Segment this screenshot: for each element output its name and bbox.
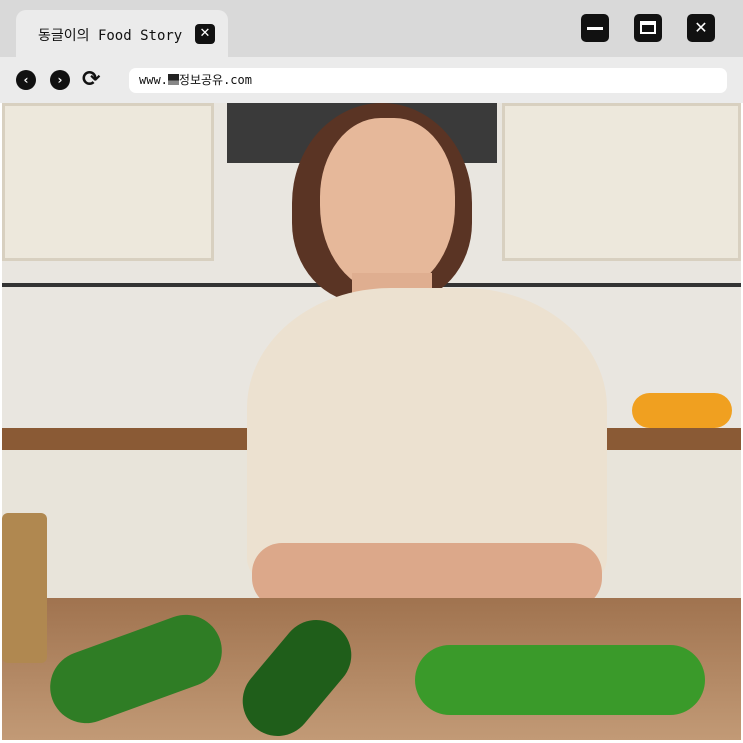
navigation-bar: ‹ › ⟳ www. 정보공유.com xyxy=(0,57,743,103)
face xyxy=(320,118,455,293)
url-domain: 정보공유.com xyxy=(178,73,252,87)
maximize-button[interactable] xyxy=(634,14,662,42)
back-button[interactable]: ‹ xyxy=(16,70,36,90)
basket xyxy=(2,513,47,663)
title-bar: 동글이의 Food Story ✕ ✕ xyxy=(0,0,743,57)
upper-cabinet-left xyxy=(2,103,214,261)
reload-button[interactable]: ⟳ xyxy=(82,67,100,92)
site-icon xyxy=(167,74,179,85)
forward-button[interactable]: › xyxy=(50,70,70,90)
browser-tab[interactable]: 동글이의 Food Story ✕ xyxy=(16,10,228,57)
hero-photo xyxy=(2,103,741,740)
minimize-button[interactable] xyxy=(581,14,609,42)
oranges-bowl xyxy=(632,393,732,428)
address-bar[interactable]: www. 정보공유.com xyxy=(129,68,727,93)
upper-cabinet-right xyxy=(502,103,741,261)
url-prefix: www. xyxy=(139,73,168,87)
tab-title: 동글이의 Food Story xyxy=(38,28,183,44)
cucumber xyxy=(415,645,705,715)
close-window-button[interactable]: ✕ xyxy=(687,14,715,42)
tab-close-button[interactable]: ✕ xyxy=(195,24,215,44)
